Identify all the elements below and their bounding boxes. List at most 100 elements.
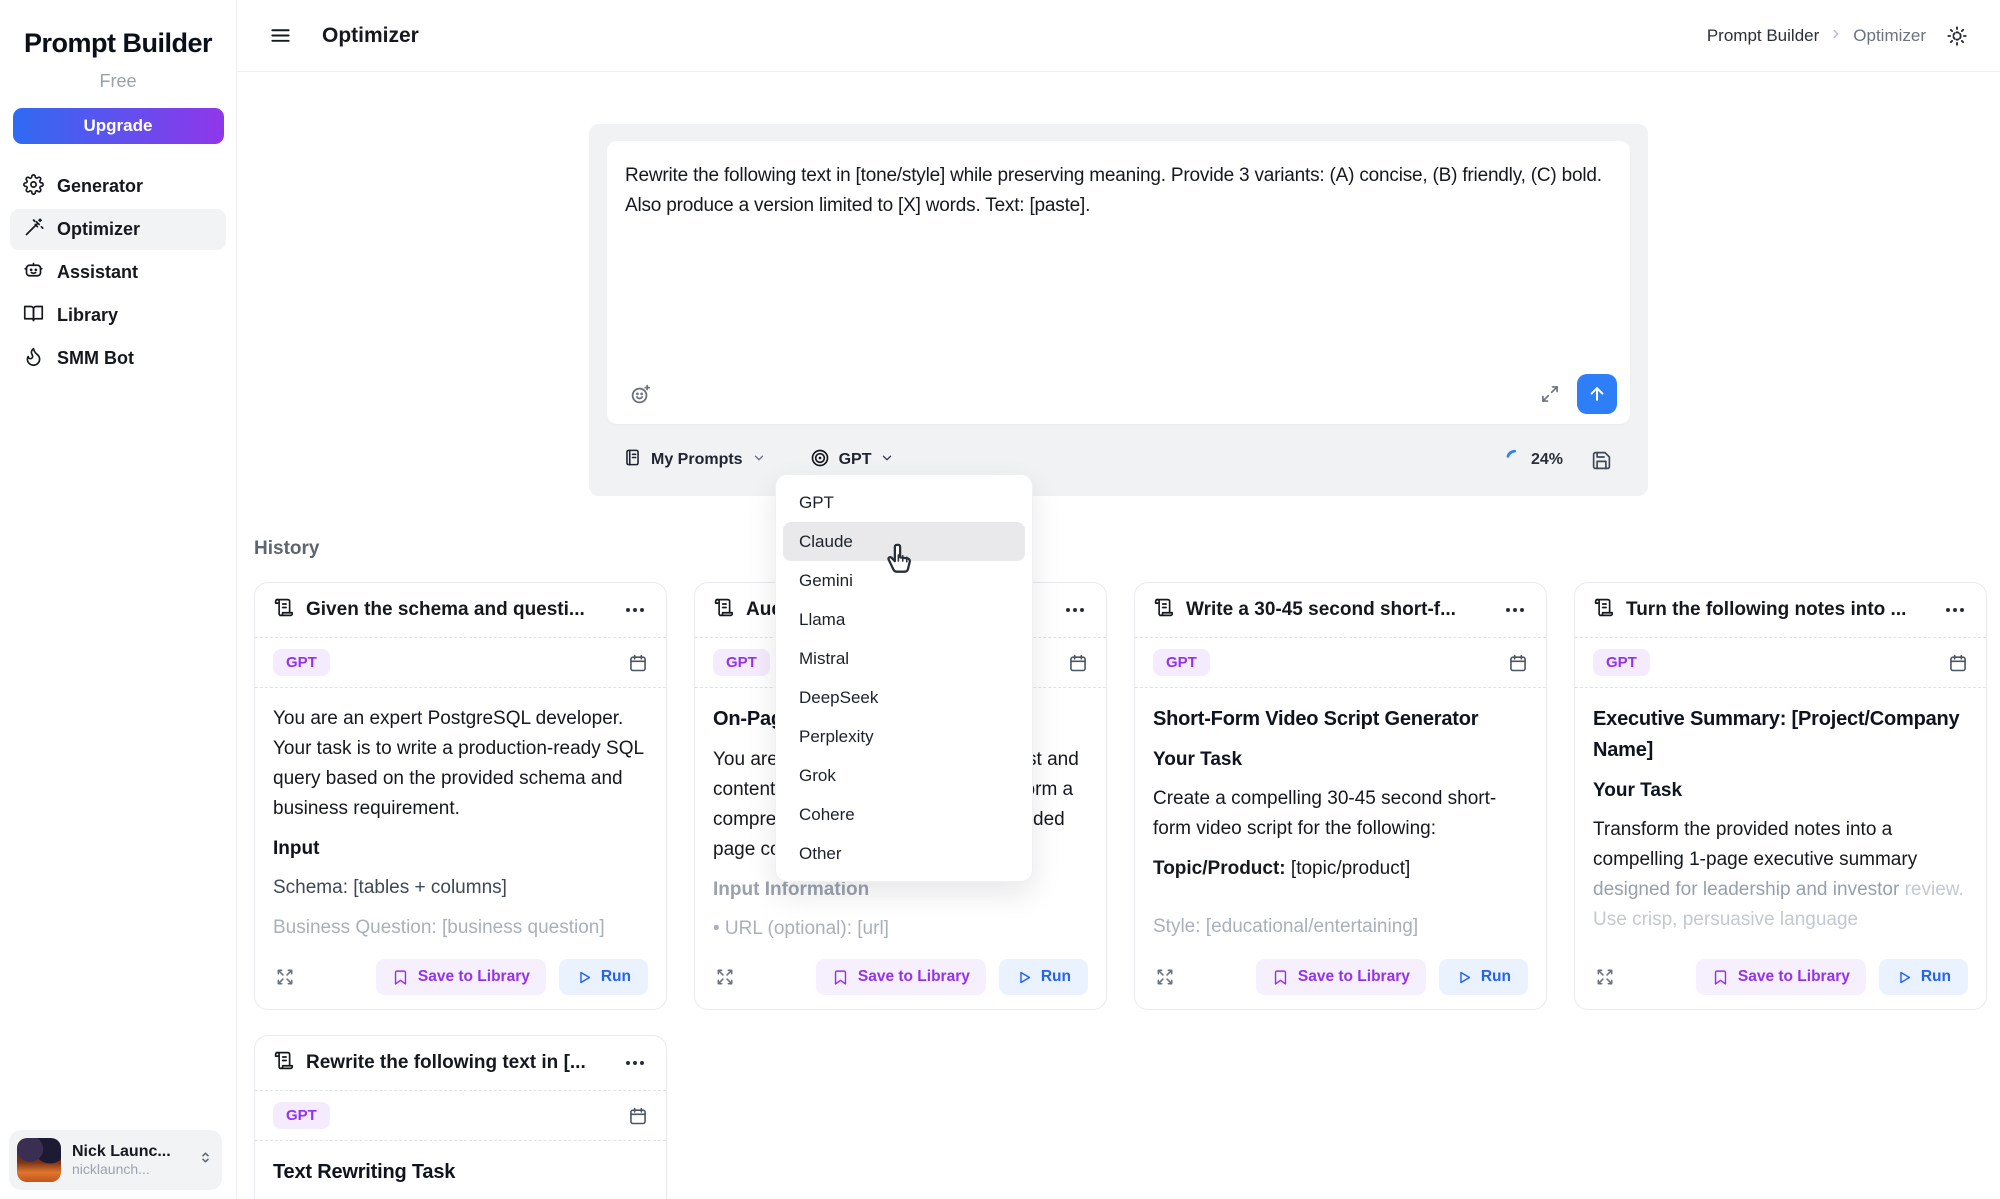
my-prompts-dropdown[interactable]: My Prompts — [623, 448, 766, 472]
expand-card-icon[interactable] — [713, 965, 737, 989]
card-title: Turn the following notes into ... — [1626, 599, 1930, 621]
more-menu-icon[interactable] — [1942, 604, 1968, 616]
sidebar-item-label: Optimizer — [57, 219, 140, 240]
hand-cursor-icon — [880, 540, 922, 587]
save-to-library-button[interactable]: Save to Library — [376, 959, 546, 995]
model-badge: GPT — [1593, 649, 1650, 676]
save-icon[interactable] — [1589, 448, 1614, 473]
field-label: Topic/Product: — [1153, 858, 1286, 879]
composer-toolbar: My Prompts GPT 24% — [607, 424, 1630, 496]
usage-arc-icon — [1504, 448, 1523, 472]
model-selected-label: GPT — [839, 451, 872, 469]
run-button[interactable]: Run — [999, 959, 1088, 995]
history-card-grid: Given the schema and questi... GPT You a… — [254, 582, 1983, 1199]
more-menu-icon[interactable] — [622, 604, 648, 616]
field-value: [topic/product] — [1291, 858, 1410, 879]
history-card: Given the schema and questi... GPT You a… — [254, 582, 667, 1010]
save-to-library-label: Save to Library — [858, 968, 970, 986]
card-heading: Short-Form Video Script Generator — [1153, 704, 1528, 735]
card-text: Transform the provided notes into a comp… — [1593, 815, 1968, 935]
sidebar-item-optimizer[interactable]: Optimizer — [10, 209, 226, 250]
model-option-llama[interactable]: Llama — [783, 600, 1025, 639]
card-text: Topic/Product: [topic/product] — [1153, 854, 1528, 884]
expand-card-icon[interactable] — [1153, 965, 1177, 989]
prompt-text-input[interactable]: Rewrite the following text in [tone/styl… — [625, 161, 1612, 221]
history-card: Write a 30-45 second short-f... GPT Shor… — [1134, 582, 1547, 1010]
target-icon — [810, 448, 830, 473]
save-to-library-button[interactable]: Save to Library — [1256, 959, 1426, 995]
run-button[interactable]: Run — [559, 959, 648, 995]
run-button[interactable]: Run — [1879, 959, 1968, 995]
history-heading: History — [254, 538, 2000, 560]
sidebar-item-label: Generator — [57, 176, 143, 197]
card-body: You are an expert PostgreSQL developer. … — [255, 688, 666, 947]
save-to-library-button[interactable]: Save to Library — [1696, 959, 1866, 995]
chevron-up-down-icon — [197, 1149, 214, 1171]
sidebar-item-assistant[interactable]: Assistant — [10, 252, 226, 293]
calendar-icon[interactable] — [628, 653, 648, 673]
more-menu-icon[interactable] — [1062, 604, 1088, 616]
history-card: Turn the following notes into ... GPT Ex… — [1574, 582, 1987, 1010]
upgrade-button[interactable]: Upgrade — [13, 108, 224, 144]
sidebar-item-smm-bot[interactable]: SMM Bot — [10, 338, 226, 379]
calendar-icon[interactable] — [1068, 653, 1088, 673]
scroll-icon — [713, 597, 734, 623]
model-option-cohere[interactable]: Cohere — [783, 795, 1025, 834]
wand-icon — [23, 217, 44, 243]
menu-toggle-button[interactable] — [265, 20, 296, 51]
user-profile[interactable]: Nick Launc... nicklaunch... — [9, 1130, 222, 1190]
model-option-deepseek[interactable]: DeepSeek — [783, 678, 1025, 717]
calendar-icon[interactable] — [1948, 653, 1968, 673]
model-option-grok[interactable]: Grok — [783, 756, 1025, 795]
card-text-faded: designed for leadership and investor — [1593, 879, 1905, 900]
model-option-mistral[interactable]: Mistral — [783, 639, 1025, 678]
card-section-heading: Your Task — [1153, 745, 1528, 775]
model-badge: GPT — [273, 649, 330, 676]
calendar-icon[interactable] — [628, 1106, 648, 1126]
chevron-right-icon — [1829, 26, 1843, 46]
gear-icon — [23, 174, 44, 200]
model-option-other[interactable]: Other — [783, 834, 1025, 873]
model-option-perplexity[interactable]: Perplexity — [783, 717, 1025, 756]
card-text: You are an expert PostgreSQL developer. … — [273, 704, 648, 824]
expand-card-icon[interactable] — [1593, 965, 1617, 989]
sidebar-item-label: Assistant — [57, 262, 138, 283]
model-option-gpt[interactable]: GPT — [783, 483, 1025, 522]
more-menu-icon[interactable] — [622, 1057, 648, 1069]
journal-icon — [623, 448, 642, 472]
scroll-icon — [273, 1050, 294, 1076]
card-text-faded: Style: [educational/entertaining] — [1153, 912, 1528, 942]
sidebar-item-library[interactable]: Library — [10, 295, 226, 336]
page-title: Optimizer — [322, 24, 419, 48]
bot-icon — [23, 260, 44, 286]
breadcrumb-current: Optimizer — [1853, 26, 1926, 46]
save-to-library-label: Save to Library — [418, 968, 530, 986]
run-button[interactable]: Run — [1439, 959, 1528, 995]
calendar-icon[interactable] — [1508, 653, 1528, 673]
card-text: Create a compelling 30-45 second short-f… — [1153, 784, 1528, 844]
scroll-icon — [273, 597, 294, 623]
send-button[interactable] — [1577, 374, 1617, 414]
model-dropdown-menu: GPT Claude Gemini Llama Mistral DeepSeek… — [775, 474, 1033, 882]
sidebar: Prompt Builder Free Upgrade Generator Op… — [0, 0, 237, 1199]
save-to-library-button[interactable]: Save to Library — [816, 959, 986, 995]
save-to-library-label: Save to Library — [1298, 968, 1410, 986]
sidebar-item-generator[interactable]: Generator — [10, 166, 226, 207]
emoji-button[interactable] — [627, 381, 654, 408]
card-body: Executive Summary: [Project/Company Name… — [1575, 688, 1986, 947]
breadcrumb-parent[interactable]: Prompt Builder — [1707, 26, 1819, 46]
more-menu-icon[interactable] — [1502, 604, 1528, 616]
expand-card-icon[interactable] — [273, 965, 297, 989]
theme-toggle-button[interactable] — [1942, 21, 1972, 51]
prompt-input-card: Rewrite the following text in [tone/styl… — [607, 141, 1630, 424]
run-label: Run — [601, 968, 631, 986]
card-heading: Text Rewriting Task — [273, 1157, 648, 1188]
card-text-faded: Business Question: [business question] — [273, 913, 648, 943]
model-dropdown-trigger[interactable]: GPT — [810, 448, 895, 473]
model-badge: GPT — [713, 649, 770, 676]
expand-input-icon[interactable] — [1538, 382, 1562, 406]
sidebar-nav: Generator Optimizer Assistant Library SM… — [10, 166, 226, 379]
card-heading: Executive Summary: [Project/Company Name… — [1593, 704, 1968, 766]
my-prompts-label: My Prompts — [651, 451, 743, 469]
flame-icon — [23, 346, 44, 372]
